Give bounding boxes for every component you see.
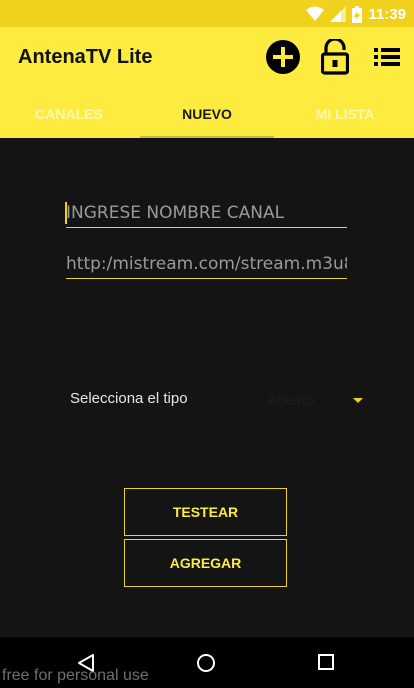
status-icons: 11:39 — [306, 4, 406, 24]
battery-icon — [352, 5, 363, 23]
test-button[interactable]: TESTEAR — [124, 488, 287, 536]
tab-bar: CANALES NUEVO MI LISTA — [0, 90, 414, 138]
status-time: 11:39 — [368, 5, 406, 23]
unlock-icon[interactable] — [321, 39, 349, 75]
recents-icon[interactable] — [317, 653, 335, 671]
channel-name-field — [65, 199, 347, 228]
dropdown-arrow-icon — [353, 398, 363, 403]
stream-url-field — [66, 250, 347, 279]
signal-icon — [330, 6, 347, 22]
text-cursor — [65, 202, 67, 224]
add-button[interactable]: AGREGAR — [124, 539, 287, 587]
stream-url-input[interactable] — [66, 250, 347, 278]
watermark: free for personal use — [2, 667, 149, 684]
add-circle-icon[interactable] — [266, 40, 300, 74]
status-bar: 11:39 — [0, 0, 414, 27]
app-title: AntenaTV Lite — [18, 46, 153, 68]
app-bar: AntenaTV Lite — [0, 27, 414, 90]
tab-canales[interactable]: CANALES — [0, 90, 138, 138]
home-icon[interactable] — [196, 653, 216, 673]
type-select-value: Abierto — [267, 392, 315, 409]
type-label: Selecciona el tipo — [70, 390, 188, 407]
type-select[interactable]: Abierto — [267, 386, 371, 414]
list-icon[interactable] — [374, 47, 400, 67]
tab-nuevo[interactable]: NUEVO — [138, 90, 276, 138]
channel-name-input[interactable] — [66, 199, 347, 227]
tab-mi-lista[interactable]: MI LISTA — [276, 90, 414, 138]
wifi-icon — [306, 6, 325, 21]
